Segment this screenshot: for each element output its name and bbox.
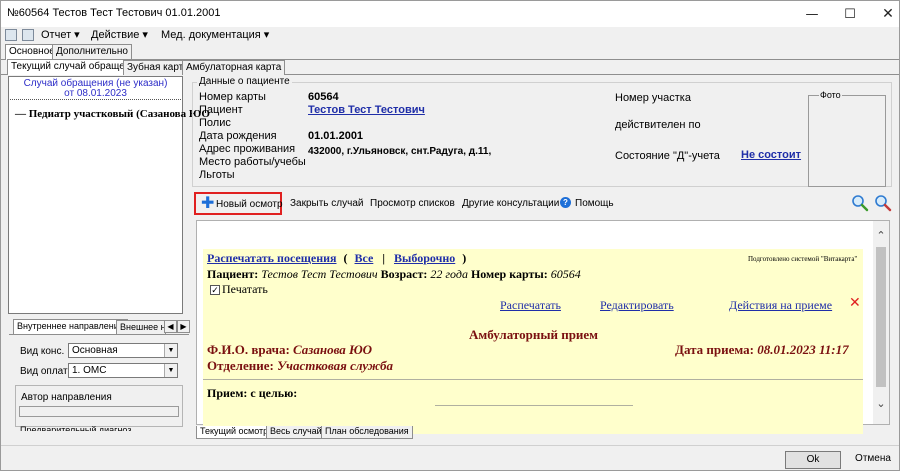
other-consults-button[interactable]: Другие консультации — [462, 198, 559, 209]
print-link[interactable]: Распечатать — [500, 298, 561, 313]
title-bar: №60564 Тестов Тест Тестович 01.01.2001 —… — [1, 1, 899, 27]
date-row: Дата приема: 08.01.2023 11:17 — [675, 342, 849, 357]
cons-type-label: Вид конс. — [20, 346, 65, 357]
edit-link[interactable]: Редактировать — [600, 298, 674, 313]
photo-box: Фото — [808, 90, 886, 187]
patient-group-title: Данные о пациенте — [197, 76, 292, 87]
visit-viewer[interactable]: Распечатать посещения ( Все | Выборочно … — [196, 220, 890, 434]
close-button[interactable]: ✕ — [865, 1, 899, 27]
tab-scroll-right-icon[interactable]: ▶ — [177, 320, 190, 333]
payment-select[interactable]: 1. ОМС ▼ — [68, 363, 178, 378]
print-checkbox-label: Печатать — [222, 282, 268, 296]
print-selective-link[interactable]: Выборочно — [394, 251, 455, 265]
print-all-link[interactable]: Все — [355, 251, 374, 265]
help-icon[interactable]: ? — [560, 197, 571, 208]
case-tree[interactable]: Случай обращения (не указан) от 08.01.20… — [8, 76, 210, 314]
scroll-down-icon[interactable]: ⌄ — [875, 397, 887, 410]
tab-external-direction[interactable]: Внешнее на — [116, 320, 166, 335]
main-window: №60564 Тестов Тест Тестович 01.01.2001 —… — [0, 0, 900, 471]
print-visits-row: Распечатать посещения ( Все | Выборочно … — [207, 251, 467, 265]
chevron-down-icon[interactable]: ▼ — [164, 364, 177, 377]
tab-current-exam[interactable]: Текущий осмотр — [196, 426, 273, 439]
menu-report[interactable]: Отчет ▾ — [41, 28, 80, 41]
policy-label: Полис — [199, 117, 231, 129]
print-visits-link[interactable]: Распечатать посещения — [207, 251, 337, 265]
save-icon[interactable] — [5, 29, 17, 41]
patient-group: Данные о пациенте — [192, 76, 892, 187]
view-lists-button[interactable]: Просмотр списков — [370, 198, 455, 209]
plus-icon: ✚ — [201, 195, 215, 212]
patient-summary: Пациент: Тестов Тест Тестович Возраст: 2… — [207, 267, 581, 281]
new-exam-button[interactable]: ✚ Новый осмотр — [194, 192, 283, 215]
chevron-down-icon[interactable]: ▼ — [164, 344, 177, 357]
benefits-label: Льготы — [199, 169, 235, 181]
menu-action[interactable]: Действие ▾ — [91, 28, 148, 41]
prelim-diag-label: Предварительный диагноз — [20, 425, 132, 431]
document-icon[interactable] — [22, 29, 34, 41]
doctor-row: Ф.И.О. врача: Сазанова ЮО — [207, 342, 372, 357]
actions-link[interactable]: Действия на приеме — [729, 298, 832, 313]
birth-date-label: Дата рождения — [199, 130, 277, 142]
tab-additional[interactable]: Дополнительно — [52, 44, 132, 59]
tab-scroll-left-icon[interactable]: ◀ — [164, 320, 177, 333]
help-button[interactable]: Помощь — [575, 198, 614, 209]
visit-panel: Распечатать посещения ( Все | Выборочно … — [203, 249, 863, 434]
card-number-label: Номер карты — [199, 91, 266, 103]
divider — [203, 379, 863, 380]
cancel-button[interactable]: Отмена — [847, 451, 899, 469]
tab-scroll: ◀ ▶ — [164, 320, 190, 333]
valid-until-label: действителен по — [615, 119, 701, 131]
purpose-label: Прием: с целью: — [207, 386, 298, 400]
menu-bar: Отчет ▾ Действие ▾ Мед. документация ▾ — [1, 27, 899, 43]
tab-exam-plan[interactable]: План обследования — [321, 426, 413, 439]
author-group: Автор направления — [15, 385, 183, 427]
payment-label: Вид оплаты — [20, 366, 75, 377]
zoom-in-icon[interactable] — [851, 194, 869, 212]
district-label: Номер участка — [615, 92, 691, 104]
menu-med-docs[interactable]: Мед. документация ▾ — [161, 28, 269, 41]
address-label: Адрес проживания — [199, 143, 296, 155]
print-checkbox[interactable]: ✓ — [210, 285, 220, 295]
toolbar: ✚ Новый осмотр Закрыть случай Просмотр с… — [192, 190, 898, 217]
tab-outpatient-card[interactable]: Амбулаторная карта — [182, 60, 286, 75]
direction-tab-divider — [9, 334, 189, 335]
address-value: 432000, г.Ульяновск, снт.Радуга, д.11, — [308, 146, 492, 157]
scroll-thumb[interactable] — [876, 247, 886, 387]
zoom-out-icon[interactable] — [874, 194, 892, 212]
department-row: Отделение: Участковая служба — [207, 358, 393, 373]
birth-date-value: 01.01.2001 — [308, 130, 364, 142]
cons-type-select[interactable]: Основная ▼ — [68, 343, 178, 358]
tab-main[interactable]: Основное — [5, 44, 59, 60]
tab-internal-direction[interactable]: Внутреннее направление — [13, 319, 128, 335]
card-number-value: 60564 — [308, 91, 339, 103]
footer-divider — [1, 445, 899, 446]
work-label: Место работы/учебы — [199, 156, 306, 168]
d-status-label: Состояние "Д"-учета — [615, 150, 720, 162]
reception-title: Амбулаторный прием — [469, 327, 599, 342]
delete-icon[interactable]: ✕ — [849, 295, 861, 311]
author-field[interactable] — [19, 406, 179, 417]
photo-label: Фото — [819, 90, 842, 100]
prepared-by: Подготовлено системой "Витакарта" — [748, 255, 858, 263]
vertical-scrollbar[interactable]: ⌃ ⌄ — [873, 221, 889, 424]
patient-label: Пациент — [199, 104, 243, 116]
tab-whole-case[interactable]: Весь случай — [266, 426, 326, 439]
purpose-underline — [435, 405, 633, 406]
ok-button[interactable]: Ok — [785, 451, 841, 469]
patient-name-link[interactable]: Тестов Тест Тестович — [308, 104, 425, 116]
author-label: Автор направления — [21, 392, 112, 403]
case-header[interactable]: Случай обращения (не указан) от 08.01.20… — [9, 79, 182, 99]
case-item-pediatrician[interactable]: — Педиатр участковый (Сазанова ЮО — [15, 108, 210, 120]
d-status-link[interactable]: Не состоит — [741, 149, 801, 161]
selection-outline — [10, 99, 181, 100]
scroll-up-icon[interactable]: ⌃ — [875, 229, 887, 242]
window-title: №60564 Тестов Тест Тестович 01.01.2001 — [7, 7, 221, 19]
close-case-button[interactable]: Закрыть случай — [290, 198, 364, 209]
